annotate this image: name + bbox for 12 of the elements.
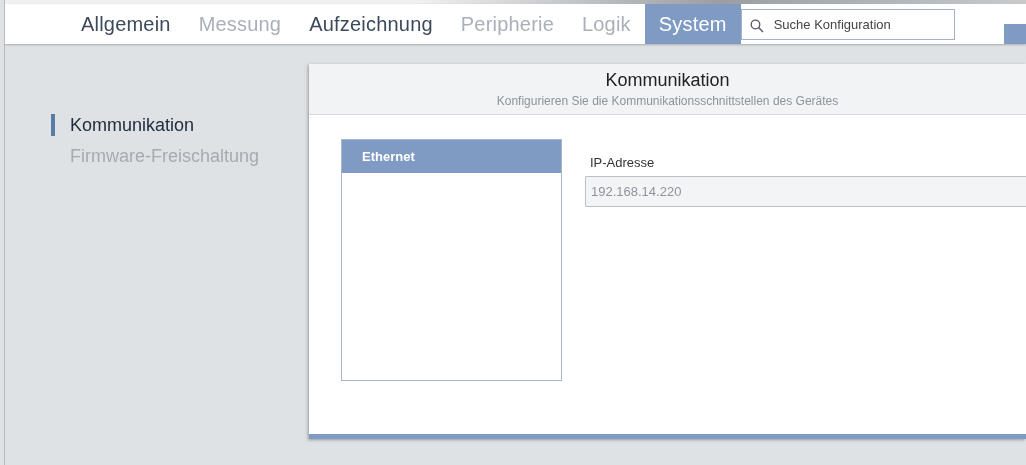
interface-item[interactable]: Ethernet <box>342 140 561 173</box>
ip-address-field[interactable]: 192.168.14.220 <box>585 176 1026 207</box>
tab[interactable]: Aufzeichnung <box>295 4 447 44</box>
panel-subtitle: Konfigurieren Sie die Kommunikationsschnittstellen des Gerätes <box>496 94 839 108</box>
tab[interactable]: Allgemein <box>67 4 185 44</box>
field-label: IP-Adresse <box>590 155 656 170</box>
toolbar-block <box>1004 24 1026 44</box>
panel-title: Kommunikation <box>605 70 730 91</box>
search-icon <box>749 19 764 33</box>
search-field[interactable]: Suche Konfiguration <box>740 9 955 40</box>
sidebar-item[interactable]: Firmware-Freischaltung <box>51 145 309 176</box>
tab[interactable]: System <box>644 4 741 44</box>
